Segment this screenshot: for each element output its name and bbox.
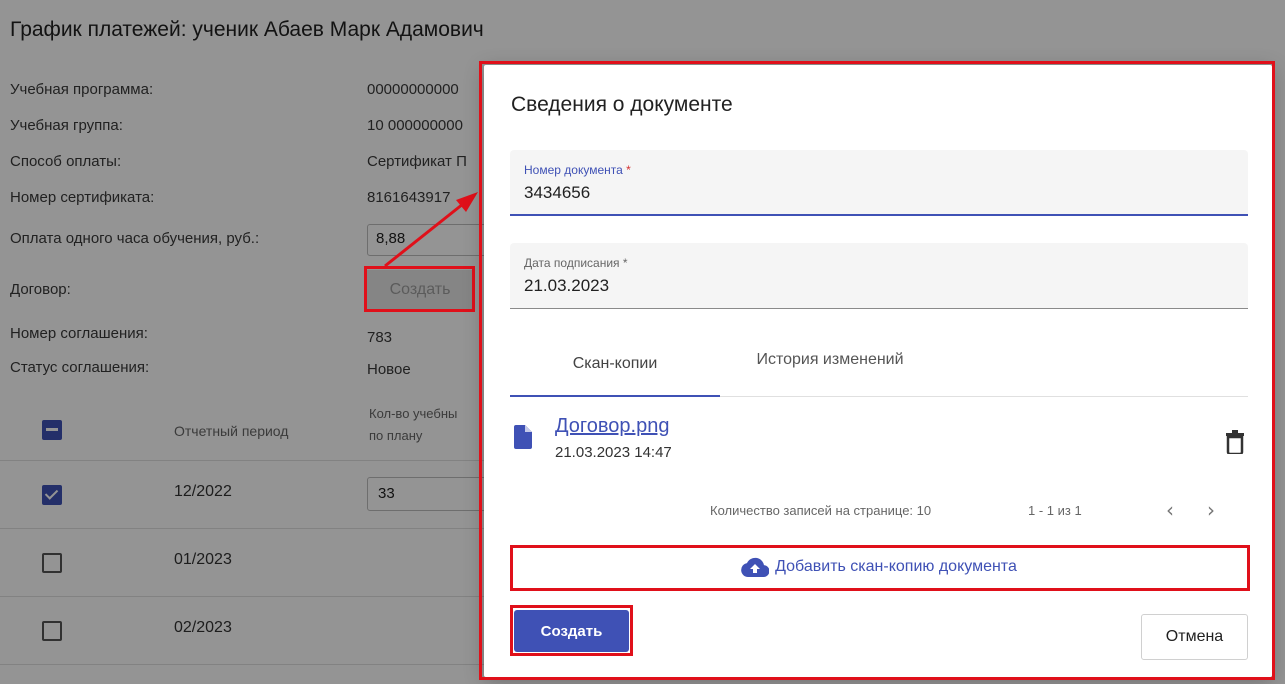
- document-number-field[interactable]: Номер документа * 3434656: [510, 150, 1248, 216]
- dialog-title: Сведения о документе: [511, 93, 733, 116]
- pagination: Количество записей на странице: 10 1 - 1…: [484, 495, 1272, 525]
- document-info-dialog: Сведения о документе Номер документа * 3…: [484, 65, 1272, 677]
- add-scan-copy-button[interactable]: Добавить скан-копию документа: [514, 549, 1244, 589]
- cancel-button[interactable]: Отмена: [1141, 614, 1248, 660]
- required-mark: *: [626, 163, 631, 177]
- tab-scan-copies[interactable]: Скан-копии: [510, 333, 720, 397]
- chevron-left-icon[interactable]: ‹: [1156, 495, 1184, 525]
- annotation-arrow-icon: [384, 192, 478, 268]
- sign-date-field[interactable]: Дата подписания * 21.03.2023: [510, 243, 1248, 309]
- add-scan-copy-label: Добавить скан-копию документа: [775, 557, 1017, 575]
- document-number-label: Номер документа *: [524, 163, 631, 177]
- sign-date-label: Дата подписания *: [524, 256, 628, 270]
- sign-date-value[interactable]: 21.03.2023: [524, 276, 609, 296]
- trash-icon[interactable]: [1226, 430, 1244, 454]
- cloud-upload-icon: [741, 557, 770, 577]
- page-range: 1 - 1 из 1: [1028, 503, 1082, 518]
- file-name-link[interactable]: Договор.png: [555, 415, 669, 438]
- list-item: Договор.png 21.03.2023 14:47: [510, 410, 1248, 470]
- file-icon: [514, 425, 532, 449]
- chevron-right-icon[interactable]: ›: [1197, 495, 1225, 525]
- file-date: 21.03.2023 14:47: [555, 444, 672, 461]
- tab-change-history[interactable]: История изменений: [720, 333, 940, 397]
- document-tabs: Скан-копии История изменений: [510, 333, 1248, 397]
- per-page-label[interactable]: Количество записей на странице: 10: [710, 503, 931, 518]
- create-button[interactable]: Создать: [514, 610, 629, 652]
- document-number-value[interactable]: 3434656: [524, 183, 590, 203]
